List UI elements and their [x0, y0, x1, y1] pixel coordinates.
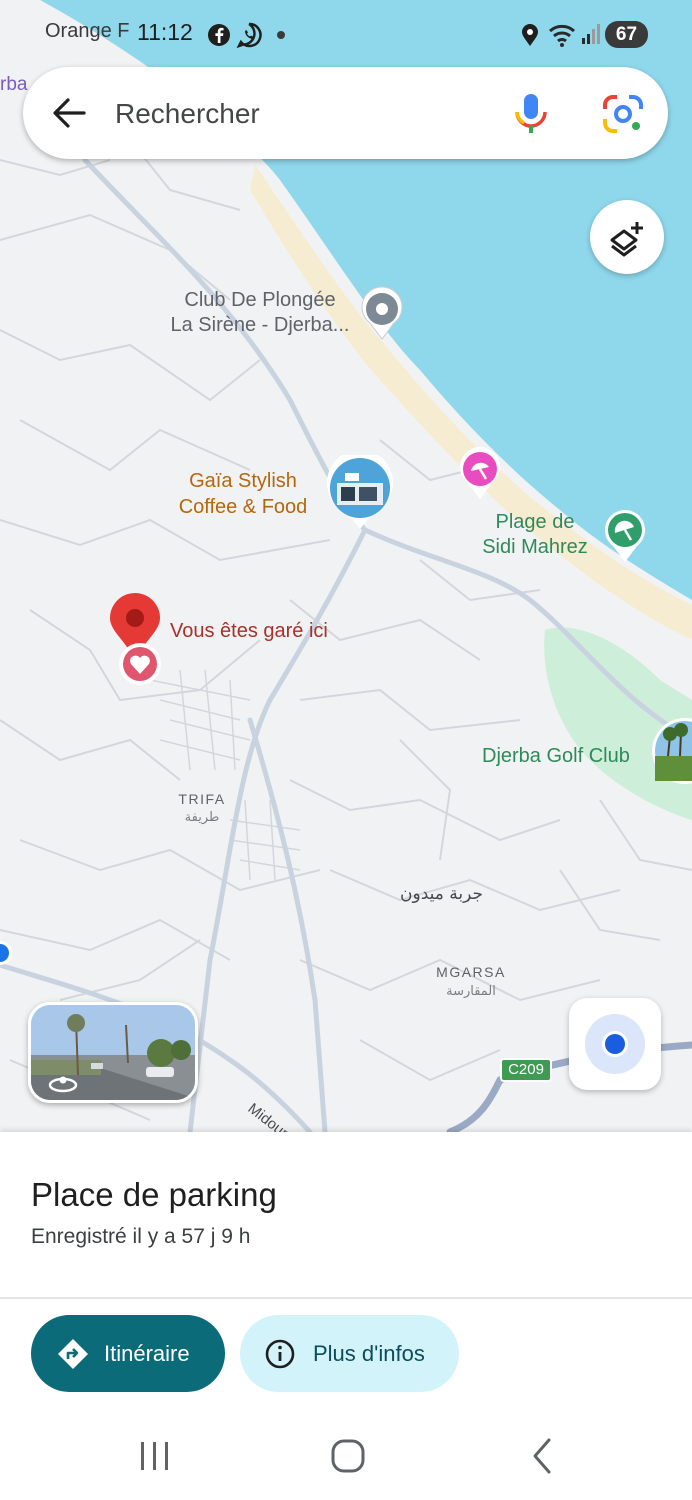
- location-icon: [522, 24, 538, 46]
- edge-pin-icon[interactable]: [0, 935, 12, 971]
- street-view-thumbnail[interactable]: [28, 1002, 198, 1103]
- back-icon[interactable]: [527, 1436, 557, 1476]
- poi-label-line: Gaïa Stylish: [189, 470, 297, 492]
- signal-icon: [582, 24, 600, 44]
- my-location-button[interactable]: [569, 998, 661, 1090]
- poi-pin-icon[interactable]: [358, 285, 406, 341]
- directions-button[interactable]: Itinéraire: [31, 1315, 225, 1392]
- android-nav-bar: [0, 1418, 692, 1500]
- beach-umbrella-pin-icon[interactable]: [456, 447, 504, 501]
- poi-label-line: Plage de: [495, 511, 575, 533]
- sheet-subtitle: Enregistré il y a 57 j 9 h: [31, 1225, 251, 1248]
- back-arrow-icon[interactable]: [51, 95, 87, 131]
- search-bar[interactable]: [23, 67, 668, 159]
- parked-here-label[interactable]: Vous êtes garé ici: [170, 619, 328, 644]
- carrier-name: Orange F: [45, 20, 130, 42]
- poi-label-line: Club De Plongée: [184, 289, 336, 311]
- more-info-label: Plus d'infos: [313, 1341, 425, 1366]
- sheet-title: Place de parking: [31, 1176, 277, 1213]
- divider: [0, 1297, 692, 1299]
- search-input[interactable]: [115, 97, 475, 131]
- cafe-photo-pin-icon[interactable]: [325, 455, 395, 531]
- town-label-mgarsa-arabic: المقارسة: [446, 984, 496, 999]
- poi-label-gaia[interactable]: Gaïa Stylish Coffee & Food: [170, 468, 316, 520]
- clock-time: 11:12: [137, 19, 193, 45]
- map-canvas: [0, 0, 692, 1132]
- golf-photo-pin-icon[interactable]: [650, 716, 692, 796]
- more-info-button[interactable]: Plus d'infos: [240, 1315, 459, 1392]
- town-label-mgarsa: MGARSA: [436, 964, 506, 980]
- whatsapp-icon: [236, 22, 262, 48]
- my-location-icon: [585, 1014, 645, 1074]
- town-label-trifa: TRIFA: [178, 791, 226, 807]
- poi-label-golf[interactable]: Djerba Golf Club: [482, 744, 630, 769]
- status-bar: Orange F 11:12 67: [0, 0, 692, 66]
- google-lens-icon[interactable]: [601, 93, 645, 135]
- layers-button[interactable]: [590, 200, 664, 274]
- home-icon[interactable]: [328, 1436, 368, 1476]
- map-view[interactable]: rba Club De Plongée La Sirène - Djerba..…: [0, 0, 692, 1132]
- microphone-icon[interactable]: [511, 91, 551, 137]
- poi-label-club-plongee[interactable]: Club De Plongée La Sirène - Djerba...: [160, 288, 360, 338]
- region-label-djerba-midoun: جربة ميدون: [400, 884, 483, 904]
- parking-location-pin-icon[interactable]: [108, 592, 168, 692]
- info-icon: [265, 1339, 295, 1369]
- recent-apps-icon[interactable]: [135, 1438, 175, 1474]
- poi-label-line: Coffee & Food: [178, 496, 308, 518]
- layers-icon: [610, 222, 643, 257]
- street-view-360-icon: [48, 1076, 78, 1093]
- partial-place-label: rba: [0, 74, 28, 95]
- poi-label-line: Sidi Mahrez: [482, 536, 588, 558]
- facebook-icon: [208, 24, 230, 46]
- poi-label-line: La Sirène - Djerba...: [170, 314, 350, 336]
- road-shield-c209: C209: [500, 1058, 552, 1082]
- wifi-icon: [549, 24, 575, 47]
- town-label-trifa-arabic: طريفة: [184, 810, 220, 825]
- directions-label: Itinéraire: [104, 1341, 190, 1366]
- beach-pin-icon[interactable]: [601, 508, 649, 564]
- battery-indicator: 67: [605, 21, 648, 48]
- poi-label-plage[interactable]: Plage de Sidi Mahrez: [470, 510, 600, 560]
- notification-dot-icon: [277, 31, 285, 39]
- directions-icon: [58, 1339, 88, 1369]
